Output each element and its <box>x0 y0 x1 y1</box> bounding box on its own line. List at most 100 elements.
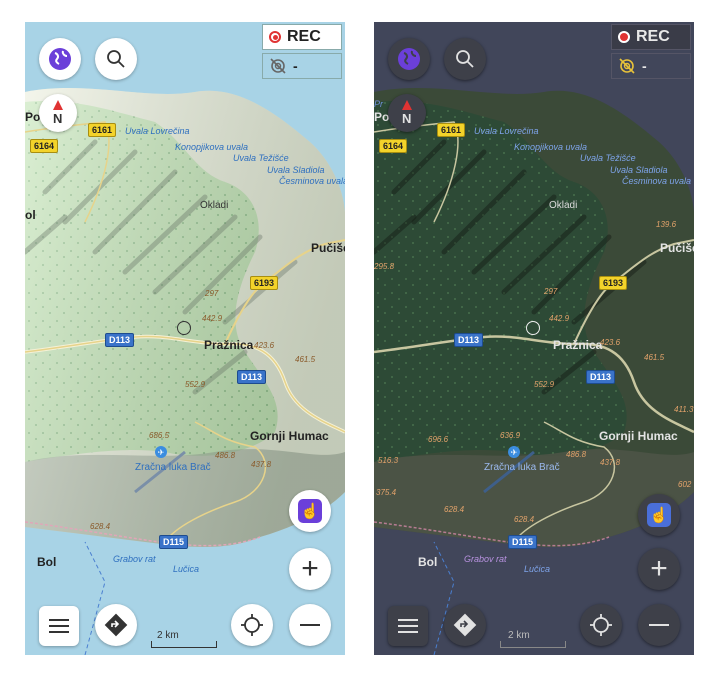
minus-icon <box>300 624 320 626</box>
globe-icon <box>398 48 420 70</box>
road-shield-regional: 6164 <box>379 139 408 153</box>
elevation-label: 628.4 <box>444 505 465 514</box>
elevation-label: 552.9 <box>185 380 206 389</box>
plus-icon: + <box>301 552 319 585</box>
compass-icon: N <box>397 100 417 126</box>
road-shield-regional: 6193 <box>599 276 628 290</box>
map-panel-dark[interactable]: Pr Po Pučišća Pražnica Gornji Humac Bol … <box>374 22 694 655</box>
tracking-value: - <box>642 58 647 74</box>
elevation-label: 636.9 <box>500 431 521 440</box>
road-shield-regional: 6193 <box>250 276 279 290</box>
directions-button[interactable] <box>444 604 486 646</box>
scale-label: 2 km <box>508 630 530 641</box>
elevation-label: 486.8 <box>566 450 587 459</box>
bay-label: Grabov rat <box>464 554 507 564</box>
compass-letter: N <box>53 111 63 126</box>
map-gestures-button[interactable]: ☝ <box>638 494 680 536</box>
zoom-out-button[interactable] <box>638 604 680 646</box>
directions-button[interactable] <box>95 604 137 646</box>
search-button[interactable] <box>95 38 137 80</box>
airport-icon: ✈ <box>508 446 520 458</box>
map-gestures-button[interactable]: ☝ <box>289 490 331 532</box>
elevation-label: 437.8 <box>600 458 621 467</box>
tracking-status[interactable]: - <box>262 53 342 79</box>
search-button[interactable] <box>444 38 486 80</box>
scale-label: 2 km <box>157 630 179 641</box>
main-menu-button[interactable] <box>39 606 79 646</box>
road-shield-national: D115 <box>508 535 538 549</box>
map-layers-button[interactable] <box>39 38 81 80</box>
tracking-status[interactable]: - <box>611 53 691 79</box>
hamburger-menu-icon <box>49 619 69 633</box>
rec-button[interactable]: REC <box>611 24 691 50</box>
town-label: Gornji Humac <box>599 429 678 443</box>
town-label: Bol <box>418 555 438 569</box>
bay-label: Česminova uvala <box>622 176 692 186</box>
bay-label: Česminova uvala <box>279 176 345 186</box>
crosshair-icon <box>241 614 263 636</box>
gps-off-icon <box>270 58 286 74</box>
elevation-label: 295.8 <box>374 262 395 271</box>
compass-button[interactable]: N <box>39 94 77 132</box>
elevation-label: 375.4 <box>376 488 397 497</box>
zoom-in-button[interactable]: + <box>638 548 680 590</box>
tracking-value: - <box>293 58 298 74</box>
bay-label: Konopjikova uvala <box>514 142 588 152</box>
elevation-label: 442.9 <box>549 314 570 323</box>
search-icon <box>456 50 474 68</box>
zoom-in-button[interactable]: + <box>289 548 331 590</box>
airport-icon: ✈ <box>155 446 167 458</box>
village-label: Okladi <box>549 200 578 211</box>
elevation-label: 686.5 <box>149 431 170 440</box>
bay-label: Uvala Lovrečina <box>125 126 190 136</box>
road-shield-national: D113 <box>105 333 135 347</box>
elevation-label: 297 <box>544 287 558 296</box>
road-shield-national: D115 <box>159 535 189 549</box>
elevation-label: 297 <box>205 289 219 298</box>
elevation-label: 423.6 <box>254 341 275 350</box>
bay-label: Grabov rat <box>113 554 156 564</box>
bay-label: Uvala Težišće <box>580 153 636 163</box>
elevation-label: 461.5 <box>295 355 316 364</box>
hand-touch-icon: ☝ <box>647 503 671 527</box>
zoom-out-button[interactable] <box>289 604 331 646</box>
village-label: Okladi <box>200 200 229 211</box>
road-shield-regional: 6161 <box>437 123 466 137</box>
elevation-label: 516.3 <box>378 456 399 465</box>
elevation-label: 552.9 <box>534 380 555 389</box>
compass-letter: N <box>402 111 412 126</box>
bay-label: Uvala Sladiola <box>610 165 668 175</box>
search-icon <box>107 50 125 68</box>
elevation-label: 696.6 <box>428 435 449 444</box>
globe-icon <box>49 48 71 70</box>
map-layers-button[interactable] <box>388 38 430 80</box>
road-shield-national: D113 <box>237 370 267 384</box>
my-location-button[interactable] <box>580 604 622 646</box>
hand-touch-icon: ☝ <box>298 499 322 523</box>
minus-icon <box>649 624 669 626</box>
town-label: Pražnica <box>553 338 603 352</box>
road-shield-national: D113 <box>454 333 484 347</box>
scale-bar: 2 km <box>500 630 566 648</box>
elevation-label: 486.8 <box>215 451 236 460</box>
elevation-label: 461.5 <box>644 353 665 362</box>
main-menu-button[interactable] <box>388 606 428 646</box>
bay-label: Lučica <box>524 564 551 574</box>
town-label: Gornji Humac <box>250 429 329 443</box>
crosshair-icon <box>590 614 612 636</box>
airport-label: Zračna luka Brač <box>135 462 211 473</box>
elevation-label: 442.9 <box>202 314 223 323</box>
my-location-button[interactable] <box>231 604 273 646</box>
record-icon <box>618 31 630 43</box>
town-label: Bol <box>37 555 57 569</box>
rec-label: REC <box>636 28 670 45</box>
compass-button[interactable]: N <box>388 94 426 132</box>
elevation-label: 628.4 <box>514 515 535 524</box>
road-shield-national: D113 <box>586 370 616 384</box>
map-panel-light[interactable]: Po ol Pučišća Pražnica Gornji Humac Bol … <box>25 22 345 655</box>
directions-icon <box>453 613 477 637</box>
gps-off-icon <box>619 58 635 74</box>
bay-label: Uvala Lovrečina <box>474 126 539 136</box>
rec-button[interactable]: REC <box>262 24 342 50</box>
scale-bar: 2 km <box>151 630 217 648</box>
